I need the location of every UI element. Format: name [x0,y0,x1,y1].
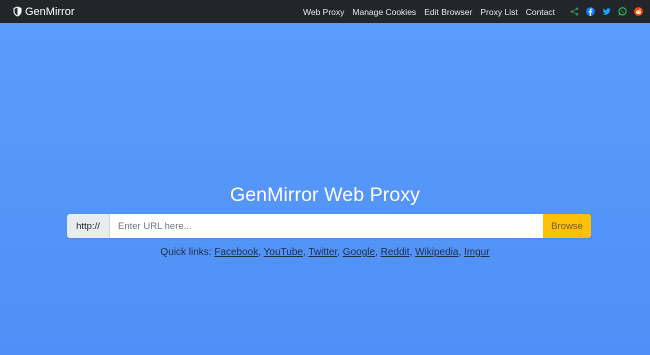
quick-link-wikipedia[interactable]: Wikipedia [415,247,458,258]
reddit-icon[interactable] [634,7,643,16]
page-title: GenMirror Web Proxy [229,184,421,206]
quick-links: Quick links: Facebook, YouTube, Twitter,… [160,247,490,258]
facebook-icon[interactable] [586,7,595,16]
whatsapp-icon[interactable] [618,7,627,16]
quick-links-label: Quick links: [160,247,212,258]
url-prefix: http:// [67,214,110,238]
quick-link-youtube[interactable]: YouTube [264,247,303,258]
browse-button[interactable]: Browse [543,214,591,238]
quick-link-twitter[interactable]: Twitter [308,247,337,258]
shield-icon [13,6,22,17]
twitter-icon[interactable] [602,7,611,16]
quick-link-imgur[interactable]: Imgur [464,247,490,258]
nav-link-edit-browser[interactable]: Edit Browser [424,7,472,17]
nav-link-manage-cookies[interactable]: Manage Cookies [352,7,416,17]
quick-link-reddit[interactable]: Reddit [381,247,410,258]
quick-link-facebook[interactable]: Facebook [214,247,258,258]
nav-links: Web Proxy Manage Cookies Edit Browser Pr… [295,7,643,17]
nav-link-proxy-list[interactable]: Proxy List [480,7,517,17]
share-icon[interactable] [570,7,579,16]
url-input[interactable] [110,214,543,238]
brand[interactable]: GenMirror [13,6,75,18]
brand-name: GenMirror [25,5,75,18]
nav-link-web-proxy[interactable]: Web Proxy [303,7,344,17]
navbar: GenMirror Web Proxy Manage Cookies Edit … [0,0,650,23]
url-form: http:// Browse [67,214,591,238]
social-links [563,7,643,16]
quick-link-google[interactable]: Google [343,247,375,258]
nav-link-contact[interactable]: Contact [526,7,555,17]
